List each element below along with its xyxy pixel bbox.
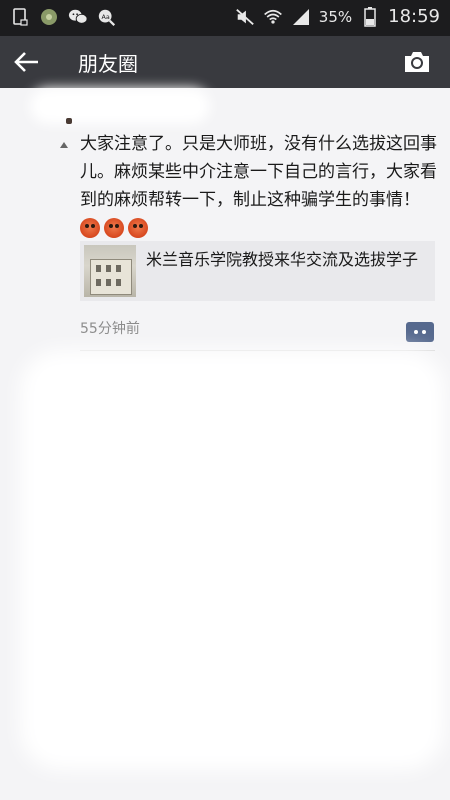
emoji-group xyxy=(80,218,148,238)
signal-icon xyxy=(291,7,311,27)
angry-face-icon xyxy=(80,218,100,238)
moments-feed[interactable]: 大家注意了。只是大师班，没有什么选拔这回事儿。麻烦某些中介注意一下自己的言行，大… xyxy=(0,88,450,800)
search-app-icon: Aa xyxy=(97,7,117,27)
back-arrow-icon xyxy=(14,52,38,72)
status-bar-left-icons: Aa xyxy=(10,7,117,27)
building-thumbnail xyxy=(84,245,136,297)
battery-percent: 35% xyxy=(318,7,353,26)
post-marker-icon xyxy=(60,142,68,148)
camera-icon xyxy=(405,52,429,72)
link-title: 米兰音乐学院教授来华交流及选拔学子 xyxy=(146,250,419,269)
wifi-icon xyxy=(263,7,283,27)
camera-button[interactable] xyxy=(402,48,432,76)
redacted-area xyxy=(20,350,445,770)
svg-text:Aa: Aa xyxy=(102,14,110,21)
redacted-username xyxy=(30,88,210,124)
page-title: 朋友圈 xyxy=(78,52,138,76)
app-bar: 朋友圈 xyxy=(0,36,450,88)
post-body: 大家注意了。只是大师班，没有什么选拔这回事儿。麻烦某些中介注意一下自己的言行，大… xyxy=(80,130,442,242)
battery-icon xyxy=(360,6,380,27)
post-text: 大家注意了。只是大师班，没有什么选拔这回事儿。麻烦某些中介注意一下自己的言行，大… xyxy=(80,134,437,210)
angry-face-icon xyxy=(128,218,148,238)
post-timestamp: 55分钟前 xyxy=(80,321,140,337)
status-bar: Aa 35% 18:59 xyxy=(0,0,450,36)
redaction-artifact xyxy=(66,118,72,124)
status-bar-right: 35% 18:59 xyxy=(235,6,440,27)
back-button[interactable] xyxy=(12,48,42,76)
shared-link-card[interactable]: 米兰音乐学院教授来华交流及选拔学子 xyxy=(80,241,435,301)
phone-outline-icon xyxy=(10,7,30,27)
comment-icon[interactable] xyxy=(406,322,434,342)
clock: 18:59 xyxy=(388,6,440,27)
angry-face-icon xyxy=(104,218,124,238)
wechat-icon xyxy=(68,7,88,27)
mute-icon xyxy=(235,7,255,27)
app-badge-icon xyxy=(39,7,59,27)
